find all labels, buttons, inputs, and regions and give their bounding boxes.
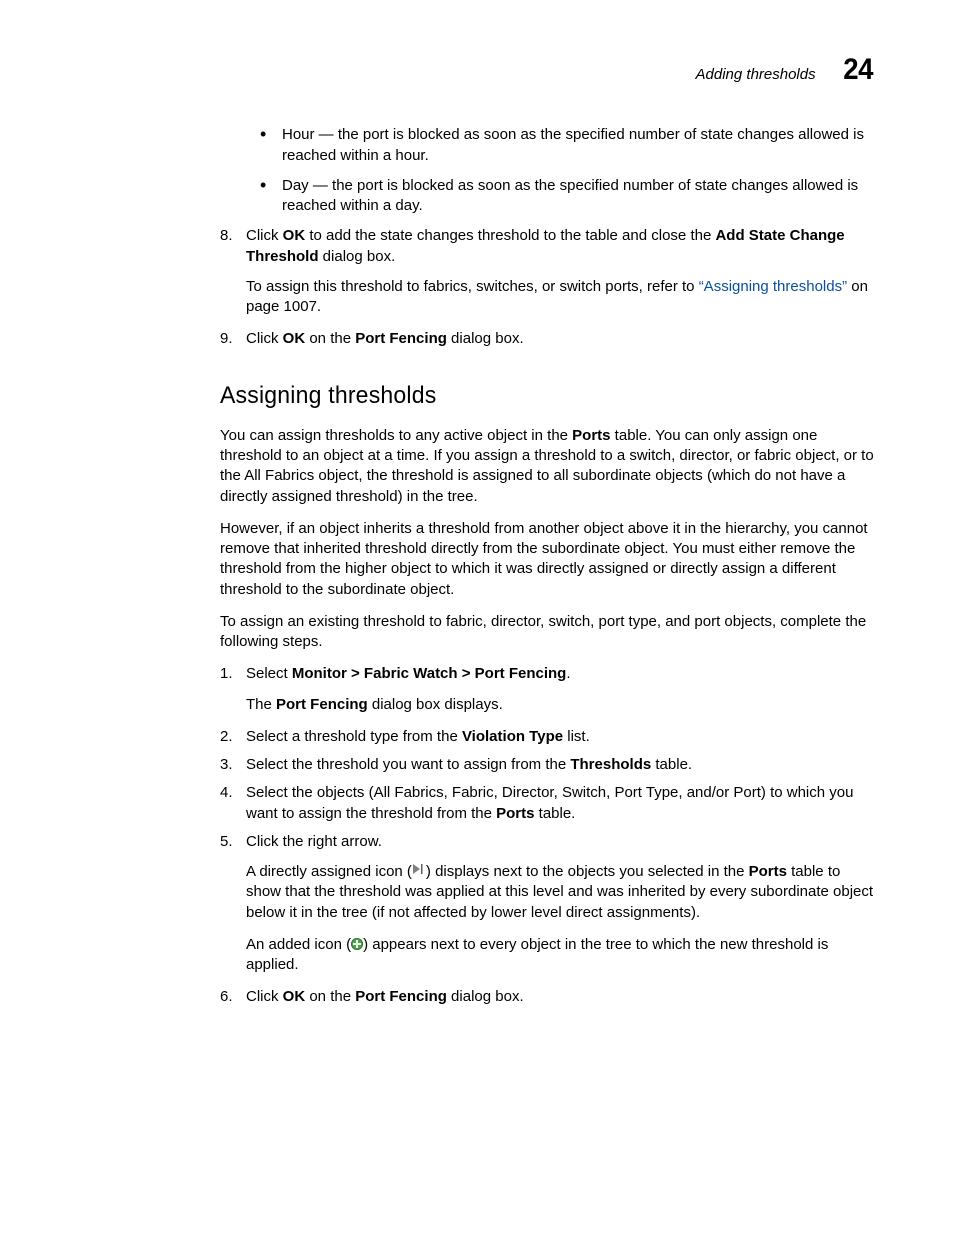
text: dialog box displays.: [368, 696, 503, 713]
step-list-continued: 8. Click OK to add the state changes thr…: [220, 226, 874, 349]
text: to add the state changes threshold to th…: [305, 227, 715, 244]
ok-label: OK: [283, 227, 306, 244]
bullet-text: — the port is blocked as soon as the spe…: [282, 126, 864, 163]
step-number: 4.: [220, 783, 233, 803]
menu-path: Monitor > Fabric Watch > Port Fencing: [292, 665, 566, 682]
text: The: [246, 696, 276, 713]
chapter-number: 24: [843, 55, 873, 85]
bullet-text: — the port is blocked as soon as the spe…: [282, 177, 858, 214]
text: A directly assigned icon (: [246, 863, 412, 880]
text: To assign this threshold to fabrics, swi…: [246, 278, 699, 295]
paragraph: To assign an existing threshold to fabri…: [220, 612, 874, 653]
text: table.: [534, 805, 575, 822]
ok-label: OK: [283, 988, 306, 1005]
step-2: 2. Select a threshold type from the Viol…: [220, 727, 874, 747]
text: dialog box.: [447, 330, 524, 347]
text: dialog box.: [447, 988, 524, 1005]
step-number: 6.: [220, 987, 233, 1007]
text: Select: [246, 665, 292, 682]
bullet-term: Hour: [282, 126, 315, 143]
text: list.: [563, 728, 590, 745]
bullet-term: Day: [282, 177, 309, 194]
ok-label: OK: [283, 330, 306, 347]
page-header: Adding thresholds 24: [80, 55, 874, 85]
bold-term: Violation Type: [462, 728, 563, 745]
text: .: [566, 665, 570, 682]
text: An added icon (: [246, 936, 351, 953]
bold-term: Ports: [749, 863, 787, 880]
text: dialog box.: [319, 248, 396, 265]
step-6: 6. Click OK on the Port Fencing dialog b…: [220, 987, 874, 1007]
step-number: 5.: [220, 832, 233, 852]
text: Click: [246, 330, 283, 347]
step-number: 3.: [220, 755, 233, 775]
list-item: Hour — the port is blocked as soon as th…: [260, 125, 874, 166]
directly-assigned-icon: [412, 861, 426, 881]
bold-term: Ports: [572, 427, 610, 444]
text: table.: [651, 756, 692, 773]
paragraph: You can assign thresholds to any active …: [220, 426, 874, 507]
text: ) displays next to the objects you selec…: [426, 863, 749, 880]
text: Select the threshold you want to assign …: [246, 756, 570, 773]
dialog-name: Port Fencing: [276, 696, 368, 713]
step-8: 8. Click OK to add the state changes thr…: [220, 226, 874, 317]
step-4: 4. Select the objects (All Fabrics, Fabr…: [220, 783, 874, 824]
dialog-name: Port Fencing: [355, 330, 447, 347]
dialog-name: Port Fencing: [355, 988, 447, 1005]
added-icon: [351, 938, 363, 950]
cross-ref-link[interactable]: “Assigning thresholds”: [699, 278, 847, 295]
text: on the: [305, 330, 355, 347]
step-list: 1. Select Monitor > Fabric Watch > Port …: [220, 664, 874, 1007]
bold-term: Ports: [496, 805, 534, 822]
text: Click: [246, 227, 283, 244]
step-5: 5. Click the right arrow. A directly ass…: [220, 832, 874, 976]
step-3: 3. Select the threshold you want to assi…: [220, 755, 874, 775]
paragraph: However, if an object inherits a thresho…: [220, 519, 874, 600]
step-subtext: The Port Fencing dialog box displays.: [246, 695, 874, 715]
section-heading: Assigning thresholds: [220, 380, 848, 412]
step-number: 9.: [220, 329, 233, 349]
step-number: 1.: [220, 664, 233, 684]
step-1: 1. Select Monitor > Fabric Watch > Port …: [220, 664, 874, 715]
bullet-list: Hour — the port is blocked as soon as th…: [260, 125, 874, 216]
step-subtext: To assign this threshold to fabrics, swi…: [246, 277, 874, 318]
step-subtext: An added icon () appears next to every o…: [246, 935, 874, 976]
text: Select a threshold type from the: [246, 728, 462, 745]
running-title: Adding thresholds: [696, 65, 816, 85]
bold-term: Thresholds: [570, 756, 651, 773]
step-number: 8.: [220, 226, 233, 246]
page: Adding thresholds 24 Hour — the port is …: [0, 0, 954, 1235]
text: on the: [305, 988, 355, 1005]
step-subtext: A directly assigned icon ( ) displays nex…: [246, 862, 874, 923]
step-number: 2.: [220, 727, 233, 747]
text: Click: [246, 988, 283, 1005]
step-9: 9. Click OK on the Port Fencing dialog b…: [220, 329, 874, 349]
content-column: Hour — the port is blocked as soon as th…: [220, 125, 874, 1007]
list-item: Day — the port is blocked as soon as the…: [260, 176, 874, 217]
text: You can assign thresholds to any active …: [220, 427, 572, 444]
text: Click the right arrow.: [246, 833, 382, 850]
